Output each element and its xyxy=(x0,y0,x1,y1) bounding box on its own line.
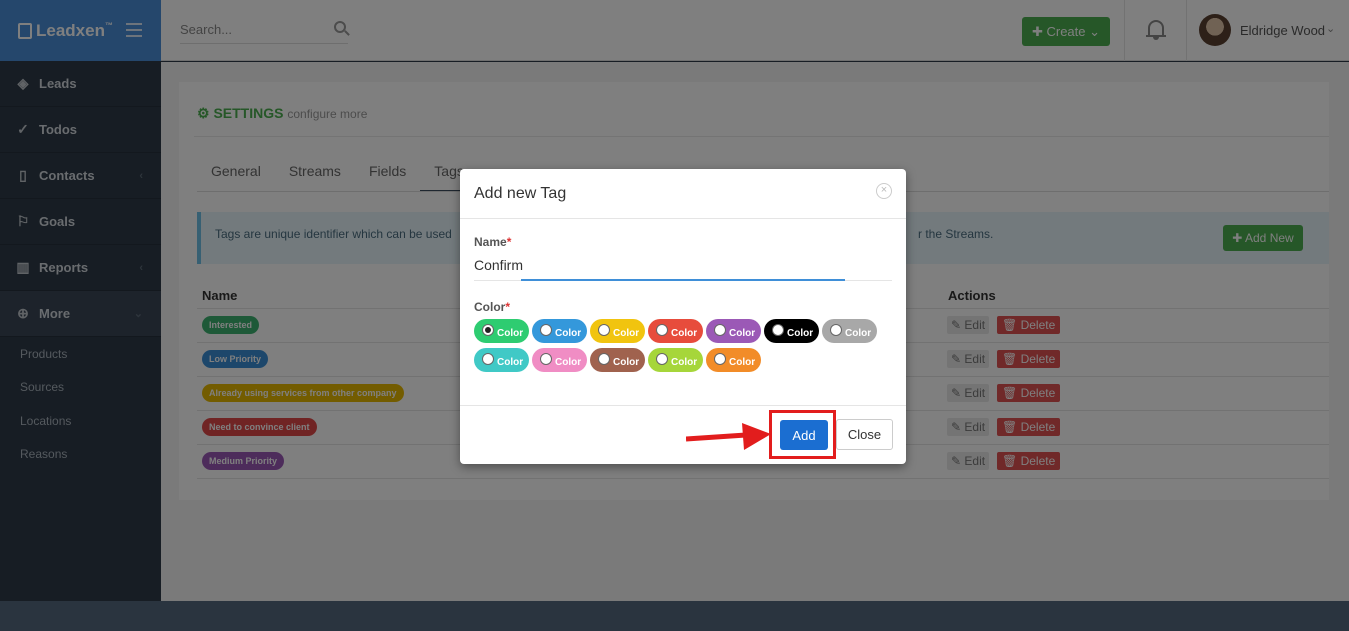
color-swatch[interactable]: Color xyxy=(474,348,529,372)
color-radio[interactable] xyxy=(482,353,494,365)
close-icon[interactable]: × xyxy=(876,183,892,199)
color-swatch[interactable]: Color xyxy=(590,348,645,372)
color-swatch[interactable]: Color xyxy=(648,348,703,372)
color-swatch[interactable]: Color xyxy=(532,348,587,372)
name-label: Name* xyxy=(474,235,512,249)
color-radio[interactable] xyxy=(714,324,726,336)
color-radio[interactable] xyxy=(656,324,668,336)
name-field[interactable]: Confirm xyxy=(474,257,523,273)
color-swatch[interactable]: Color xyxy=(590,319,645,343)
footer xyxy=(0,601,1349,631)
modal-title: Add new Tag xyxy=(474,185,567,202)
color-swatch[interactable]: Color xyxy=(764,319,819,343)
color-radio[interactable] xyxy=(482,324,494,336)
color-radio[interactable] xyxy=(656,353,668,365)
color-radio[interactable] xyxy=(540,324,552,336)
color-label: Color* xyxy=(474,300,511,314)
color-swatch[interactable]: Color xyxy=(532,319,587,343)
color-radio[interactable] xyxy=(540,353,552,365)
arrow-annotation-icon xyxy=(686,423,771,450)
color-radio[interactable] xyxy=(714,353,726,365)
color-radio[interactable] xyxy=(598,324,610,336)
color-swatch[interactable]: Color xyxy=(474,319,529,343)
color-swatch[interactable]: Color xyxy=(706,348,761,372)
color-radio[interactable] xyxy=(830,324,842,336)
close-button[interactable]: Close xyxy=(836,419,893,450)
add-tag-modal: Add new Tag × Name* Confirm Color* Color… xyxy=(460,169,906,464)
color-radio[interactable] xyxy=(772,324,784,336)
color-radio[interactable] xyxy=(598,353,610,365)
color-swatch[interactable]: Color xyxy=(706,319,761,343)
color-swatch[interactable]: Color xyxy=(822,319,877,343)
add-button[interactable]: Add xyxy=(780,420,828,450)
color-swatch[interactable]: Color xyxy=(648,319,703,343)
